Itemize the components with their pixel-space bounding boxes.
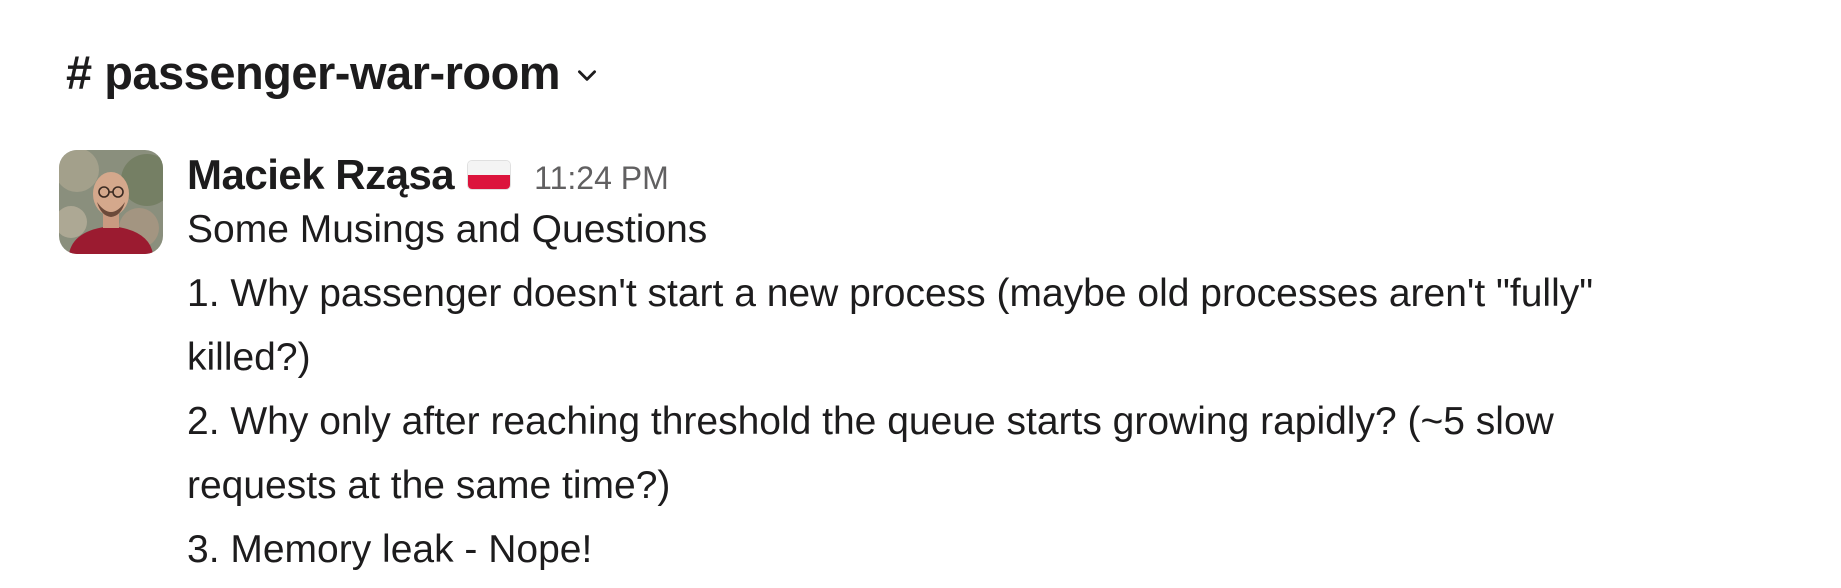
channel-name[interactable]: # passenger-war-room bbox=[66, 44, 561, 102]
message-header: Maciek Rząsa 11:24 PM bbox=[187, 151, 1593, 199]
author-name[interactable]: Maciek Rząsa bbox=[187, 151, 455, 199]
message-timestamp[interactable]: 11:24 PM bbox=[534, 160, 669, 197]
chevron-down-icon[interactable] bbox=[574, 62, 600, 88]
message-body: Maciek Rząsa 11:24 PM Some Musings and Q… bbox=[187, 150, 1593, 582]
message-line: Some Musings and Questions bbox=[187, 208, 708, 251]
channel-header[interactable]: # passenger-war-room bbox=[66, 44, 600, 102]
message-line: 1. Why passenger doesn't start a new pro… bbox=[187, 272, 1594, 315]
message: Maciek Rząsa 11:24 PM Some Musings and Q… bbox=[59, 150, 1593, 582]
message-line: requests at the same time?) bbox=[187, 464, 671, 507]
message-line: killed?) bbox=[187, 336, 311, 379]
poland-flag-icon bbox=[468, 161, 511, 189]
avatar[interactable] bbox=[59, 150, 163, 254]
message-line: 2. Why only after reaching threshold the… bbox=[187, 400, 1554, 443]
message-line: 3. Memory leak - Nope! bbox=[187, 528, 593, 571]
